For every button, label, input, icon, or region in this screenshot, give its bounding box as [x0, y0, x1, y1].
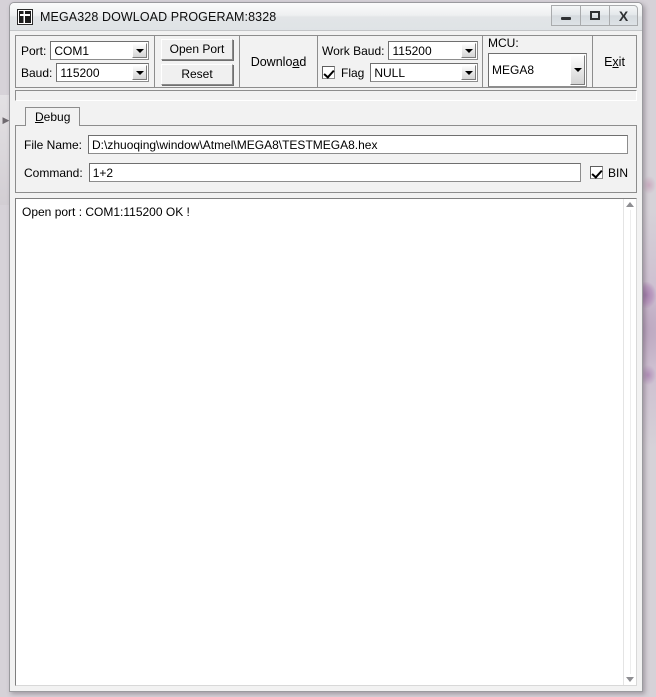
flag-checkbox[interactable] [322, 66, 335, 79]
null-value: NULL [374, 65, 406, 80]
bin-checkbox-wrap: BIN [589, 165, 628, 180]
chip-icon [17, 8, 33, 25]
download-label-pre: Downlo [250, 54, 293, 69]
work-baud-label: Work Baud: [322, 43, 385, 58]
bin-checkbox[interactable] [589, 166, 603, 179]
download-group: Downlo a d [240, 35, 318, 88]
chevron-down-icon[interactable] [132, 65, 147, 80]
mcu-value: MEGA8 [492, 63, 535, 77]
tab-strip: Debug [15, 106, 637, 126]
baud-select[interactable]: 115200 [56, 63, 149, 82]
maximize-icon [590, 11, 600, 20]
command-input[interactable]: 1+2 [88, 163, 581, 182]
work-baud-row: Work Baud: 115200 [322, 41, 478, 60]
reset-button[interactable]: Reset [161, 63, 233, 85]
file-name-row: File Name: D:\zhuoqing\window\Atmel\MEGA… [24, 135, 628, 154]
mcu-label: MCU: [488, 36, 519, 50]
log-output[interactable]: Open port : COM1:115200 OK ! [16, 199, 623, 685]
exit-button[interactable]: Ex it [595, 37, 634, 86]
exit-label-pre: E [604, 54, 613, 69]
scroll-up-icon[interactable] [626, 202, 634, 207]
chevron-down-icon[interactable] [570, 55, 585, 85]
scroll-down-icon[interactable] [626, 677, 634, 682]
port-label: Port: [21, 43, 47, 58]
tab-debug-label: ebug [43, 110, 71, 124]
work-baud-value: 115200 [392, 43, 432, 58]
title-bar[interactable]: MEGA328 DOWLOAD PROGERAM:8328 X [10, 3, 642, 31]
window-controls: X [551, 5, 638, 26]
baud-label: Baud: [21, 65, 53, 80]
file-name-label: File Name: [24, 137, 83, 152]
bin-label: BIN [607, 165, 628, 180]
flag-label: Flag [341, 65, 365, 80]
window-title: MEGA328 DOWLOAD PROGERAM:8328 [40, 9, 277, 24]
close-button[interactable]: X [609, 5, 638, 26]
mcu-group: MCU: MEGA8 [483, 35, 593, 88]
client-area: Port: COM1 Baud: 115200 Open Port Reset … [10, 31, 642, 691]
port-value: COM1 [54, 43, 90, 58]
port-actions-group: Open Port Reset [155, 35, 240, 88]
work-baud-group: Work Baud: 115200 Flag NULL [318, 35, 483, 88]
log-panel: Open port : COM1:115200 OK ! [15, 198, 637, 686]
exit-label-post: it [618, 54, 625, 69]
chevron-down-icon[interactable] [461, 43, 476, 58]
application-window: MEGA328 DOWLOAD PROGERAM:8328 X Port: CO… [9, 2, 643, 692]
mcu-select[interactable]: MEGA8 [488, 53, 587, 87]
debug-tab-panel: File Name: D:\zhuoqing\window\Atmel\MEGA… [15, 126, 637, 193]
scrollbar-track[interactable] [629, 210, 631, 674]
flag-row: Flag NULL [322, 63, 478, 82]
close-icon: X [618, 7, 629, 24]
chevron-down-icon[interactable] [461, 65, 476, 80]
download-label-post: d [299, 54, 307, 69]
command-label: Command: [24, 165, 83, 180]
tab-debug[interactable]: Debug [25, 107, 81, 126]
null-select[interactable]: NULL [370, 63, 478, 82]
download-button[interactable]: Downlo a d [242, 37, 316, 86]
tab-debug-accel: D [35, 110, 44, 124]
settings-toolbar: Port: COM1 Baud: 115200 Open Port Reset … [15, 35, 637, 88]
port-select[interactable]: COM1 [50, 41, 149, 60]
baud-value: 115200 [60, 65, 100, 80]
progress-bar [15, 90, 637, 101]
open-port-button[interactable]: Open Port [161, 38, 233, 60]
desktop-wallpaper-blob [642, 176, 656, 194]
minimize-icon [561, 17, 571, 20]
chevron-down-icon[interactable] [132, 43, 147, 58]
work-baud-select[interactable]: 115200 [388, 41, 478, 60]
file-name-input[interactable]: D:\zhuoqing\window\Atmel\MEGA8\TESTMEGA8… [88, 135, 628, 154]
port-settings-group: Port: COM1 Baud: 115200 [15, 35, 155, 88]
log-scrollbar[interactable] [623, 199, 636, 685]
maximize-button[interactable] [580, 5, 609, 26]
download-label-accel: a [292, 54, 300, 69]
port-row: Port: COM1 [21, 41, 149, 60]
minimize-button[interactable] [551, 5, 580, 26]
baud-row: Baud: 115200 [21, 63, 149, 82]
exit-group: Ex it [593, 35, 637, 88]
command-row: Command: 1+2 BIN [24, 163, 628, 182]
